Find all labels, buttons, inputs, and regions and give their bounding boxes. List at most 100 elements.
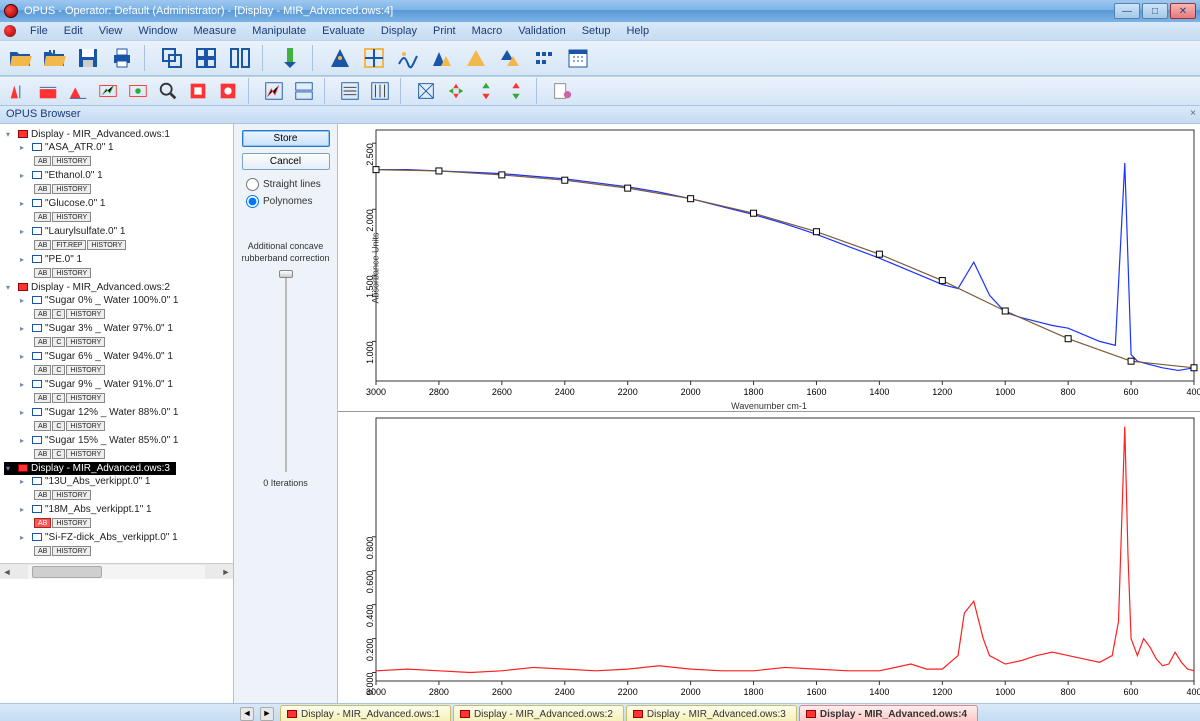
- svg-text:1400: 1400: [869, 687, 889, 697]
- tile-icon[interactable]: [190, 43, 222, 73]
- svg-text:1200: 1200: [932, 687, 952, 697]
- menu-window[interactable]: Window: [130, 25, 185, 37]
- tree-item[interactable]: "13U_Abs_verkippt.0" 1: [4, 475, 231, 488]
- plot1-icon[interactable]: [260, 78, 288, 104]
- browser-hscroll[interactable]: ◄►: [0, 563, 233, 579]
- menu-validation[interactable]: Validation: [510, 25, 574, 37]
- plot4-icon[interactable]: [366, 78, 394, 104]
- zoom1-icon[interactable]: [412, 78, 440, 104]
- tool-d-icon[interactable]: [426, 43, 458, 73]
- svg-text:1800: 1800: [744, 387, 764, 397]
- menu-setup[interactable]: Setup: [574, 25, 619, 37]
- zoom3-icon[interactable]: [472, 78, 500, 104]
- cancel-button[interactable]: Cancel: [242, 153, 330, 170]
- tree-item[interactable]: "Ethanol.0" 1: [4, 169, 231, 182]
- search-icon[interactable]: [154, 78, 182, 104]
- print-icon[interactable]: [106, 43, 138, 73]
- tree-item-chips: ABHISTORY: [4, 517, 231, 528]
- calendar-icon[interactable]: [562, 43, 594, 73]
- menu-file[interactable]: File: [22, 25, 56, 37]
- maximize-button[interactable]: □: [1142, 3, 1168, 19]
- close-button[interactable]: ✕: [1170, 3, 1196, 19]
- svg-text:1400: 1400: [869, 387, 889, 397]
- arrange-icon[interactable]: [224, 43, 256, 73]
- tree-item[interactable]: "Si-FZ-dick_Abs_verkippt.0" 1: [4, 531, 231, 544]
- menu-evaluate[interactable]: Evaluate: [314, 25, 373, 37]
- svg-text:0.800: 0.800: [365, 537, 375, 560]
- tool-f-icon[interactable]: [494, 43, 526, 73]
- svg-text:3000: 3000: [366, 387, 386, 397]
- tool2-f-icon[interactable]: [214, 78, 242, 104]
- tool2-d-icon[interactable]: [124, 78, 152, 104]
- tool-a-icon[interactable]: [324, 43, 356, 73]
- menu-macro[interactable]: Macro: [464, 25, 511, 37]
- cascade-icon[interactable]: [156, 43, 188, 73]
- window-tab[interactable]: Display - MIR_Advanced.ows:3: [626, 705, 797, 721]
- plot2-icon[interactable]: [290, 78, 318, 104]
- minimize-button[interactable]: —: [1114, 3, 1140, 19]
- tree-group[interactable]: Display - MIR_Advanced.ows:1: [4, 128, 231, 141]
- tree-item[interactable]: "Sugar 3% _ Water 97%.0" 1: [4, 322, 231, 335]
- tree-item-chips: ABCHISTORY: [4, 392, 231, 403]
- radio-straight[interactable]: Straight lines: [238, 176, 333, 193]
- options-icon[interactable]: [548, 78, 576, 104]
- plot-bottom[interactable]: 0.0000.2000.4000.6000.800300028002600240…: [338, 412, 1200, 703]
- browser-title-text: OPUS Browser: [6, 108, 81, 120]
- tree-item[interactable]: "Laurylsulfate.0" 1: [4, 225, 231, 238]
- tree-group[interactable]: Display - MIR_Advanced.ows:2: [4, 281, 231, 294]
- open-icon[interactable]: [4, 43, 36, 73]
- store-button[interactable]: Store: [242, 130, 330, 147]
- tab-scroll-right-icon[interactable]: ►: [260, 707, 274, 721]
- window-tab[interactable]: Display - MIR_Advanced.ows:4: [799, 705, 978, 721]
- tool2-b-icon[interactable]: [64, 78, 92, 104]
- tree-item[interactable]: "Sugar 6% _ Water 94%.0" 1: [4, 350, 231, 363]
- menu-manipulate[interactable]: Manipulate: [244, 25, 314, 37]
- menu-print[interactable]: Print: [425, 25, 464, 37]
- tree-group[interactable]: Display - MIR_Advanced.ows:3: [4, 462, 176, 475]
- tree-item[interactable]: "18M_Abs_verkippt.1" 1: [4, 503, 231, 516]
- svg-text:1200: 1200: [932, 387, 952, 397]
- zoom2-icon[interactable]: [442, 78, 470, 104]
- svg-text:1000: 1000: [995, 687, 1015, 697]
- menu-view[interactable]: View: [91, 25, 131, 37]
- radio-polynomes[interactable]: Polynomes: [238, 193, 333, 210]
- menu-help[interactable]: Help: [618, 25, 657, 37]
- window-tab[interactable]: Display - MIR_Advanced.ows:1: [280, 705, 451, 721]
- zoom4-icon[interactable]: [502, 78, 530, 104]
- plot-top-ylabel: Absorbance Units: [371, 232, 381, 303]
- tool-b-icon[interactable]: [358, 43, 390, 73]
- tree-item-chips: ABCHISTORY: [4, 364, 231, 375]
- svg-text:600: 600: [1124, 687, 1139, 697]
- plot3-icon[interactable]: [336, 78, 364, 104]
- tool2-a-icon[interactable]: [34, 78, 62, 104]
- measure-icon[interactable]: [274, 43, 306, 73]
- menu-edit[interactable]: Edit: [56, 25, 91, 37]
- peak-icon[interactable]: [4, 78, 32, 104]
- tree-item[interactable]: "Sugar 15% _ Water 85%.0" 1: [4, 434, 231, 447]
- tree-item[interactable]: "Sugar 9% _ Water 91%.0" 1: [4, 378, 231, 391]
- browser-close-icon[interactable]: ×: [1190, 108, 1196, 119]
- svg-text:1.000: 1.000: [365, 341, 375, 364]
- tab-scroll-left-icon[interactable]: ◄: [240, 707, 254, 721]
- tree-item[interactable]: "Sugar 0% _ Water 100%.0" 1: [4, 294, 231, 307]
- tree-item[interactable]: "Sugar 12% _ Water 88%.0" 1: [4, 406, 231, 419]
- tool-e-icon[interactable]: [460, 43, 492, 73]
- menu-display[interactable]: Display: [373, 25, 425, 37]
- svg-text:2.000: 2.000: [365, 209, 375, 232]
- svg-text:3000: 3000: [366, 687, 386, 697]
- browser-tree[interactable]: Display - MIR_Advanced.ows:1"ASA_ATR.0" …: [0, 124, 234, 703]
- tool2-e-icon[interactable]: [184, 78, 212, 104]
- tool-g-icon[interactable]: [528, 43, 560, 73]
- tool2-c-icon[interactable]: [94, 78, 122, 104]
- open2-icon[interactable]: [38, 43, 70, 73]
- tool-c-icon[interactable]: [392, 43, 424, 73]
- tree-item[interactable]: "PE.0" 1: [4, 253, 231, 266]
- plot-top[interactable]: Absorbance Units 1.0001.5002.0002.500300…: [338, 124, 1200, 412]
- tree-item[interactable]: "Glucose.0" 1: [4, 197, 231, 210]
- save-icon[interactable]: [72, 43, 104, 73]
- doc-icon: [4, 25, 16, 37]
- concave-slider[interactable]: [279, 272, 293, 472]
- tree-item[interactable]: "ASA_ATR.0" 1: [4, 141, 231, 154]
- window-tab[interactable]: Display - MIR_Advanced.ows:2: [453, 705, 624, 721]
- menu-measure[interactable]: Measure: [185, 25, 244, 37]
